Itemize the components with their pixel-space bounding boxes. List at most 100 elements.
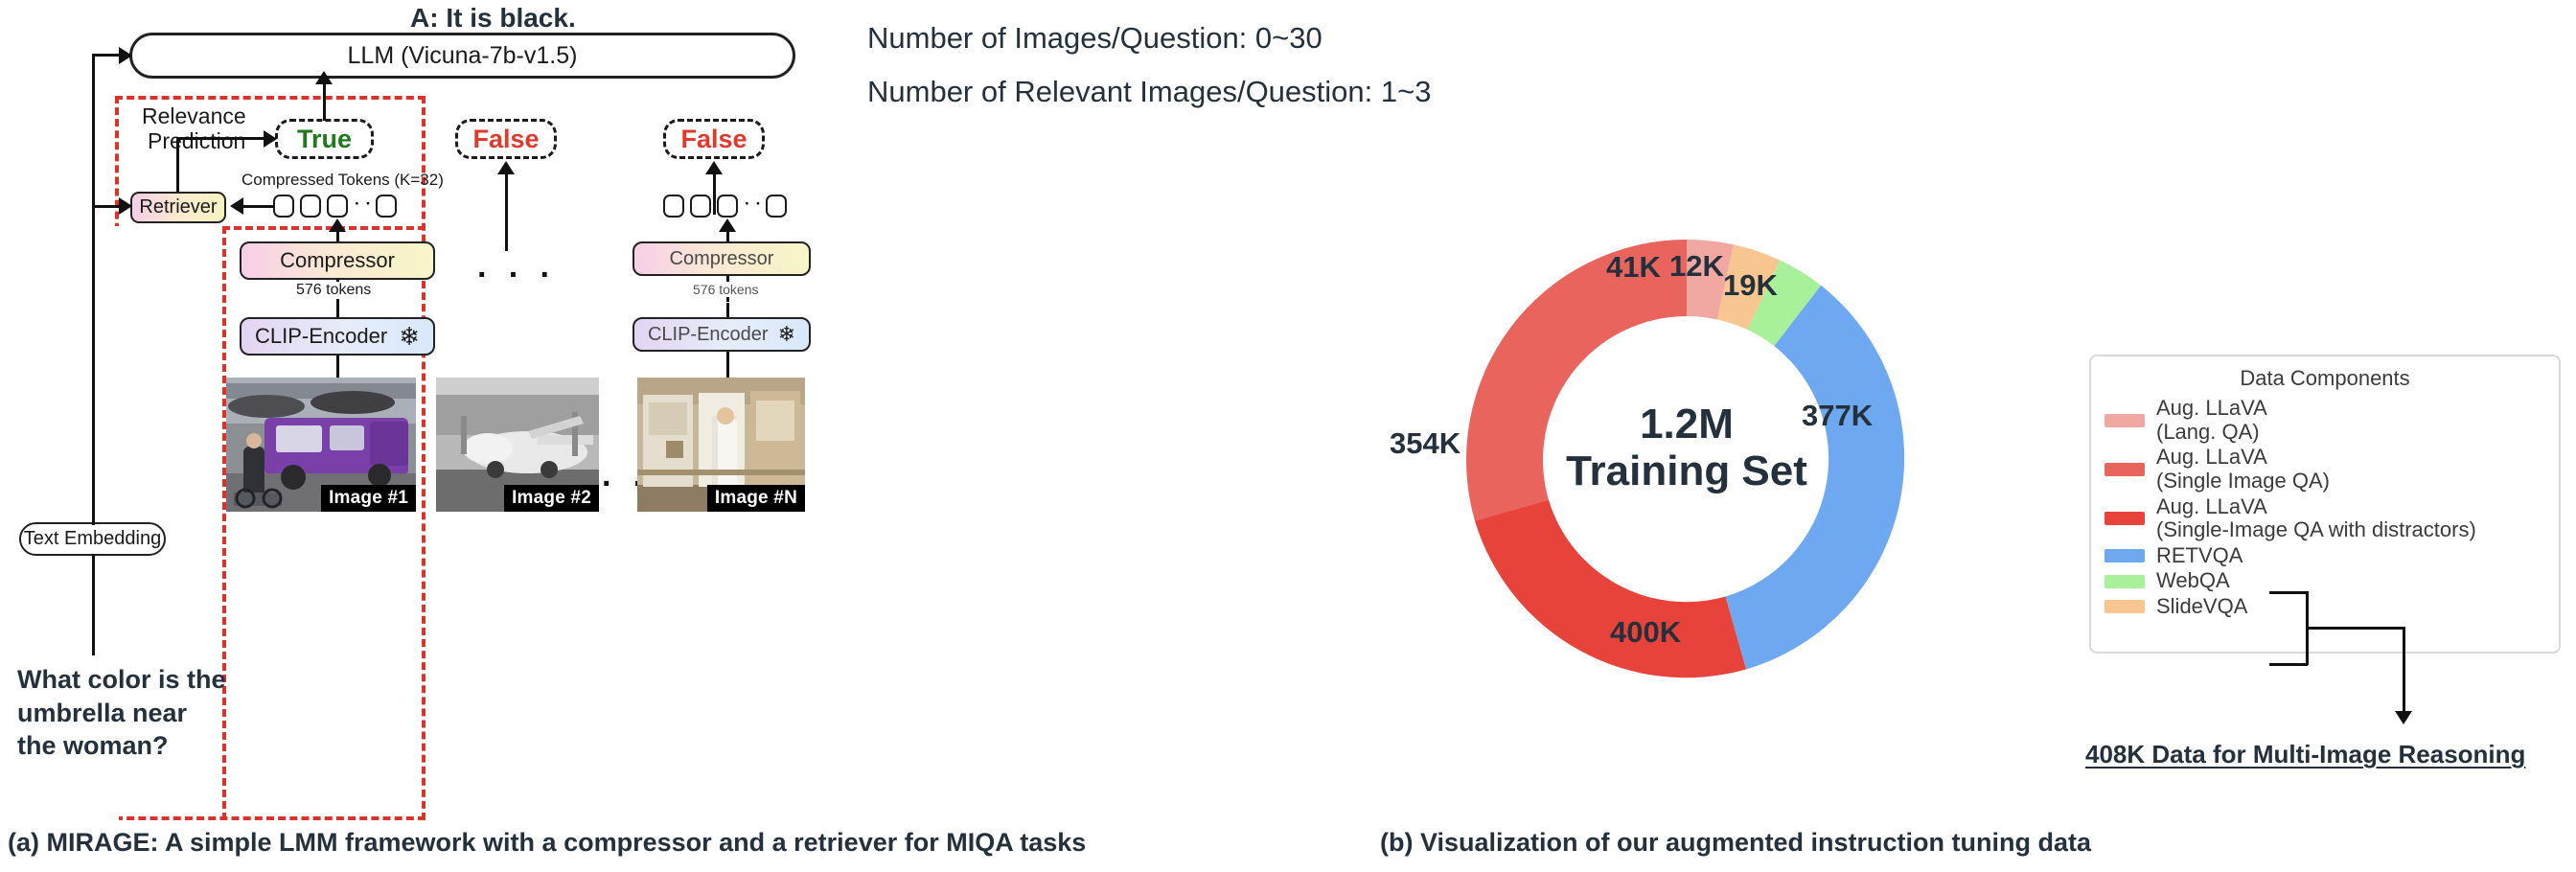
clip-encoder-box-1: CLIP-Encoder ❄ <box>240 317 435 356</box>
textemb-to-llm-hline <box>92 54 121 57</box>
compressor-to-token-arrow-3 <box>719 218 736 232</box>
brace-top <box>2269 591 2308 594</box>
clip-to-compressor-line-1b <box>336 303 339 318</box>
multi-image-reasoning-annotation: 408K Data for Multi-Image Reasoning <box>2085 740 2526 769</box>
image-caption-1: Image #1 <box>321 485 416 512</box>
legend-swatch-webqa <box>2104 574 2145 588</box>
legend-item-aug-llava-distractors[interactable]: Aug. LLaVA (Single-Image QA with distrac… <box>2104 493 2545 542</box>
retriever-to-true-vline <box>176 140 179 199</box>
legend-item-aug-llava-lang-qa[interactable]: Aug. LLaVA (Lang. QA) <box>2104 396 2545 444</box>
brace-arrow <box>2395 711 2412 724</box>
compressor-label-n: Compressor <box>669 247 774 269</box>
compressed-token <box>273 195 294 218</box>
legend-item-aug-llava-single-image-qa[interactable]: Aug. LLaVA (Single Image QA) <box>2104 445 2545 493</box>
caption-a: (a) MIRAGE: A simple LMM framework with … <box>8 828 1087 857</box>
legend-swatch-aug-llava-lang-qa <box>2104 413 2145 427</box>
false-n-up-arrow <box>705 161 723 174</box>
question-line-3: the woman? <box>17 731 169 761</box>
dash-mask-left <box>107 226 234 234</box>
prediction-box-true: True <box>275 119 374 159</box>
brace-bottom <box>2269 663 2308 666</box>
legend-swatch-aug-llava-single-image-qa <box>2104 462 2145 476</box>
donut-value-354k: 354K <box>1390 426 1461 460</box>
prediction-label-true: True <box>296 124 353 153</box>
compressed-token <box>717 195 738 218</box>
legend-label-aug-llava-lang-qa: Aug. LLaVA (Lang. QA) <box>2156 396 2267 444</box>
chart-legend: Data Components Aug. LLaVA (Lang. QA) Au… <box>2089 355 2561 654</box>
compressed-token <box>766 195 787 218</box>
answer-text: A: It is black. <box>410 3 576 33</box>
true-to-llm-line <box>323 80 326 121</box>
llm-label: LLM (Vicuna-7b-v1.5) <box>347 41 578 69</box>
compressed-token <box>327 195 348 218</box>
legend-swatch-aug-llava-distractors <box>2104 512 2145 526</box>
true-to-llm-arrow <box>315 71 333 84</box>
donut-center-text: 1.2M Training Set <box>1543 401 1830 495</box>
legend-label-aug-llava-single-image-qa: Aug. LLaVA (Single Image QA) <box>2156 445 2330 493</box>
clip-to-compressor-line-n-b <box>726 303 729 318</box>
stat-line-1: Number of Images/Question: 0~30 <box>867 21 1322 55</box>
prediction-box-false-2: False <box>455 119 557 159</box>
question-text: What color is the umbrella near the woma… <box>17 663 226 763</box>
legend-label-aug-llava-distractors: Aug. LLaVA (Single-Image QA with distrac… <box>2156 493 2476 542</box>
donut-center-line-1: 1.2M <box>1640 401 1734 447</box>
image-to-clip-line-n <box>726 352 729 379</box>
figure-root: A: It is black. LLM (Vicuna-7b-v1.5) Rel… <box>0 0 2576 872</box>
false-n-up-line <box>713 171 716 215</box>
legend-label-slidevqa: SlideVQA <box>2156 594 2248 618</box>
tokens-to-retriever-arrow <box>230 197 243 215</box>
brace-down <box>2403 627 2405 713</box>
image-thumbnail-1: Image #1 <box>226 378 416 512</box>
donut-value-400k: 400K <box>1610 615 1682 649</box>
compressed-token <box>690 195 711 218</box>
donut-value-12k: 12K <box>1669 249 1724 283</box>
image-caption-n: Image #N <box>706 485 805 512</box>
compressor-box-1: Compressor <box>240 241 435 280</box>
legend-title: Data Components <box>2240 366 2410 390</box>
question-line-2: umbrella near <box>17 698 188 727</box>
tokens-to-retriever-line <box>242 205 274 208</box>
snowflake-icon: ❄ <box>777 322 796 346</box>
legend-item-webqa[interactable]: WebQA <box>2104 569 2545 593</box>
snowflake-icon: ❄ <box>399 322 420 351</box>
retriever-label: Retriever <box>139 196 218 218</box>
tokens-note-n: 576 tokens <box>689 282 763 297</box>
compressor-box-n: Compressor <box>632 241 811 276</box>
text-embedding-box: Text Embedding <box>19 522 166 556</box>
relevance-region-inner-edge <box>222 226 426 234</box>
false-mid-up-arrow <box>497 161 515 174</box>
legend-item-retvqa[interactable]: RETVQA <box>2104 543 2545 568</box>
textemb-to-retriever-arrow <box>119 197 132 215</box>
stat-line-2: Number of Relevant Images/Question: 1~3 <box>867 75 1432 108</box>
tokens-note-1: 576 tokens <box>292 282 376 299</box>
text-embedding-spine <box>92 56 95 525</box>
retriever-to-true-arrow <box>264 130 277 148</box>
relevance-prediction-label: Relevance Prediction <box>142 103 246 154</box>
image-caption-2: Image #2 <box>504 485 599 512</box>
donut-chart: 354K 41K 12K 19K 377K 400K 1.2M Training… <box>1390 192 1955 728</box>
clip-encoder-box-n: CLIP-Encoder ❄ <box>632 317 811 352</box>
relevance-line-1: Relevance <box>142 103 246 128</box>
false-mid-up-line <box>505 171 508 251</box>
prediction-label-false-n: False <box>680 124 748 153</box>
donut-value-41k: 41K <box>1606 250 1661 284</box>
columns-ellipsis-mid: · · · <box>477 257 557 293</box>
relevance-line-2: Prediction <box>148 128 246 154</box>
question-line-1: What color is the <box>17 665 226 694</box>
brace-out <box>2306 627 2405 630</box>
legend-item-slidevqa[interactable]: SlideVQA <box>2104 594 2545 619</box>
legend-swatch-retvqa <box>2104 549 2145 563</box>
image-thumbnail-2: Image #2 <box>436 378 599 512</box>
question-to-textemb-line <box>92 554 95 655</box>
image-to-clip-line-1 <box>336 356 339 379</box>
donut-center-line-2: Training Set <box>1566 447 1807 495</box>
prediction-box-false-n: False <box>663 119 765 159</box>
prediction-label-false-2: False <box>472 124 540 153</box>
legend-label-webqa: WebQA <box>2156 568 2230 593</box>
legend-swatch-slidevqa <box>2104 600 2145 614</box>
compressed-tokens-label: Compressed Tokens (K=32) <box>242 171 444 189</box>
retriever-to-true-hline <box>176 137 266 140</box>
textemb-to-llm-arrow <box>119 47 132 64</box>
donut-slice-distractors <box>1475 499 1747 678</box>
caption-b: (b) Visualization of our augmented instr… <box>1380 828 2091 857</box>
